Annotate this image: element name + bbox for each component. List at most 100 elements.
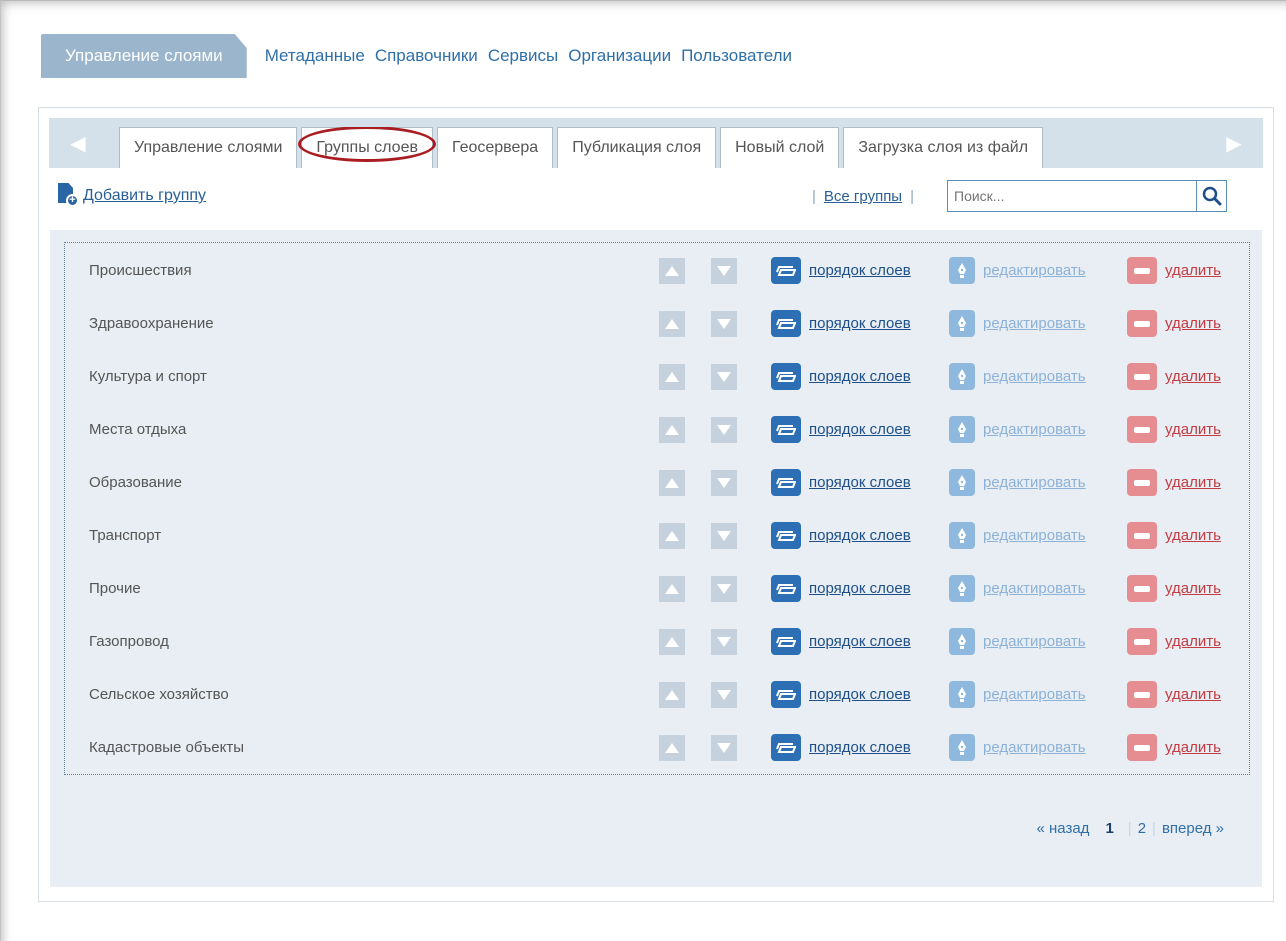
topnav-link-dictionaries[interactable]: Справочники [375, 46, 478, 66]
edit-button[interactable]: редактировать [949, 681, 1086, 708]
delete-link[interactable]: удалить [1165, 368, 1221, 385]
layer-order-button[interactable]: порядок слоев [771, 628, 911, 655]
move-up-button[interactable] [659, 364, 685, 390]
add-group-link[interactable]: Добавить группу [83, 187, 206, 205]
move-down-button[interactable] [711, 417, 737, 443]
move-up-button[interactable] [659, 682, 685, 708]
search-button[interactable] [1196, 181, 1226, 211]
topnav-link-organizations[interactable]: Организации [568, 46, 671, 66]
layer-order-link[interactable]: порядок слоев [809, 474, 911, 491]
edit-button[interactable]: редактировать [949, 257, 1086, 284]
delete-button[interactable]: удалить [1127, 734, 1221, 761]
delete-button[interactable]: удалить [1127, 257, 1221, 284]
layer-order-link[interactable]: порядок слоев [809, 527, 911, 544]
layer-order-button[interactable]: порядок слоев [771, 310, 911, 337]
move-up-button[interactable] [659, 258, 685, 284]
delete-button[interactable]: удалить [1127, 628, 1221, 655]
tab-layer-management[interactable]: Управление слоями [119, 127, 298, 168]
delete-button[interactable]: удалить [1127, 310, 1221, 337]
move-down-button[interactable] [711, 258, 737, 284]
edit-link[interactable]: редактировать [983, 739, 1086, 756]
layer-order-button[interactable]: порядок слоев [771, 681, 911, 708]
layer-order-button[interactable]: порядок слоев [771, 734, 911, 761]
edit-button[interactable]: редактировать [949, 522, 1086, 549]
edit-button[interactable]: редактировать [949, 628, 1086, 655]
pager-next[interactable]: вперед » [1162, 820, 1224, 837]
edit-button[interactable]: редактировать [949, 310, 1086, 337]
delete-button[interactable]: удалить [1127, 363, 1221, 390]
pager-page-2[interactable]: 2 [1138, 820, 1146, 837]
move-up-button[interactable] [659, 576, 685, 602]
delete-link[interactable]: удалить [1165, 474, 1221, 491]
layer-order-link[interactable]: порядок слоев [809, 580, 911, 597]
all-groups-link[interactable]: Все группы [824, 188, 902, 205]
layer-order-link[interactable]: порядок слоев [809, 262, 911, 279]
layer-order-button[interactable]: порядок слоев [771, 522, 911, 549]
layer-order-button[interactable]: порядок слоев [771, 469, 911, 496]
tab-layer-publication[interactable]: Публикация слоя [557, 127, 717, 168]
topnav-link-users[interactable]: Пользователи [681, 46, 792, 66]
layer-order-link[interactable]: порядок слоев [809, 686, 911, 703]
move-up-button[interactable] [659, 523, 685, 549]
delete-link[interactable]: удалить [1165, 421, 1221, 438]
layer-order-link[interactable]: порядок слоев [809, 368, 911, 385]
edit-link[interactable]: редактировать [983, 474, 1086, 491]
search-input[interactable] [948, 181, 1196, 211]
tab-layer-groups[interactable]: Группы слоев [298, 127, 436, 168]
layer-order-link[interactable]: порядок слоев [809, 421, 911, 438]
tab-upload-layer-from-file[interactable]: Загрузка слоя из файл [843, 127, 1044, 168]
edit-button[interactable]: редактировать [949, 363, 1086, 390]
delete-button[interactable]: удалить [1127, 575, 1221, 602]
layer-order-button[interactable]: порядок слоев [771, 257, 911, 284]
edit-button[interactable]: редактировать [949, 575, 1086, 602]
move-down-button[interactable] [711, 629, 737, 655]
delete-link[interactable]: удалить [1165, 580, 1221, 597]
layer-order-link[interactable]: порядок слоев [809, 633, 911, 650]
delete-link[interactable]: удалить [1165, 527, 1221, 544]
edit-link[interactable]: редактировать [983, 315, 1086, 332]
edit-link[interactable]: редактировать [983, 421, 1086, 438]
layer-order-button[interactable]: порядок слоев [771, 575, 911, 602]
edit-link[interactable]: редактировать [983, 368, 1086, 385]
move-down-button[interactable] [711, 470, 737, 496]
tab-new-layer[interactable]: Новый слой [720, 127, 840, 168]
delete-button[interactable]: удалить [1127, 469, 1221, 496]
edit-button[interactable]: редактировать [949, 734, 1086, 761]
delete-link[interactable]: удалить [1165, 262, 1221, 279]
edit-button[interactable]: редактировать [949, 416, 1086, 443]
layer-order-button[interactable]: порядок слоев [771, 363, 911, 390]
tab-geoservers[interactable]: Геосервера [436, 127, 554, 168]
move-up-button[interactable] [659, 311, 685, 337]
edit-link[interactable]: редактировать [983, 527, 1086, 544]
move-up-button[interactable] [659, 470, 685, 496]
edit-link[interactable]: редактировать [983, 580, 1086, 597]
delete-button[interactable]: удалить [1127, 681, 1221, 708]
edit-button[interactable]: редактировать [949, 469, 1086, 496]
move-down-button[interactable] [711, 735, 737, 761]
move-down-button[interactable] [711, 364, 737, 390]
move-up-button[interactable] [659, 735, 685, 761]
layer-order-link[interactable]: порядок слоев [809, 315, 911, 332]
move-down-button[interactable] [711, 682, 737, 708]
layer-order-button[interactable]: порядок слоев [771, 416, 911, 443]
delete-link[interactable]: удалить [1165, 739, 1221, 756]
topnav-link-metadata[interactable]: Метаданные [265, 46, 365, 66]
edit-link[interactable]: редактировать [983, 633, 1086, 650]
move-up-button[interactable] [659, 629, 685, 655]
delete-link[interactable]: удалить [1165, 686, 1221, 703]
topnav-active-item[interactable]: Управление слоями [41, 34, 247, 78]
tab-scroll-right-arrow-icon[interactable]: ▶ [1205, 118, 1263, 168]
delete-button[interactable]: удалить [1127, 416, 1221, 443]
delete-link[interactable]: удалить [1165, 633, 1221, 650]
move-down-button[interactable] [711, 311, 737, 337]
edit-link[interactable]: редактировать [983, 262, 1086, 279]
delete-button[interactable]: удалить [1127, 522, 1221, 549]
layer-order-link[interactable]: порядок слоев [809, 739, 911, 756]
move-down-button[interactable] [711, 576, 737, 602]
edit-link[interactable]: редактировать [983, 686, 1086, 703]
topnav-link-services[interactable]: Сервисы [488, 46, 558, 66]
tab-scroll-left-arrow-icon[interactable]: ◀ [49, 118, 107, 168]
move-down-button[interactable] [711, 523, 737, 549]
add-group-button[interactable]: + Добавить группу [57, 183, 206, 209]
move-up-button[interactable] [659, 417, 685, 443]
